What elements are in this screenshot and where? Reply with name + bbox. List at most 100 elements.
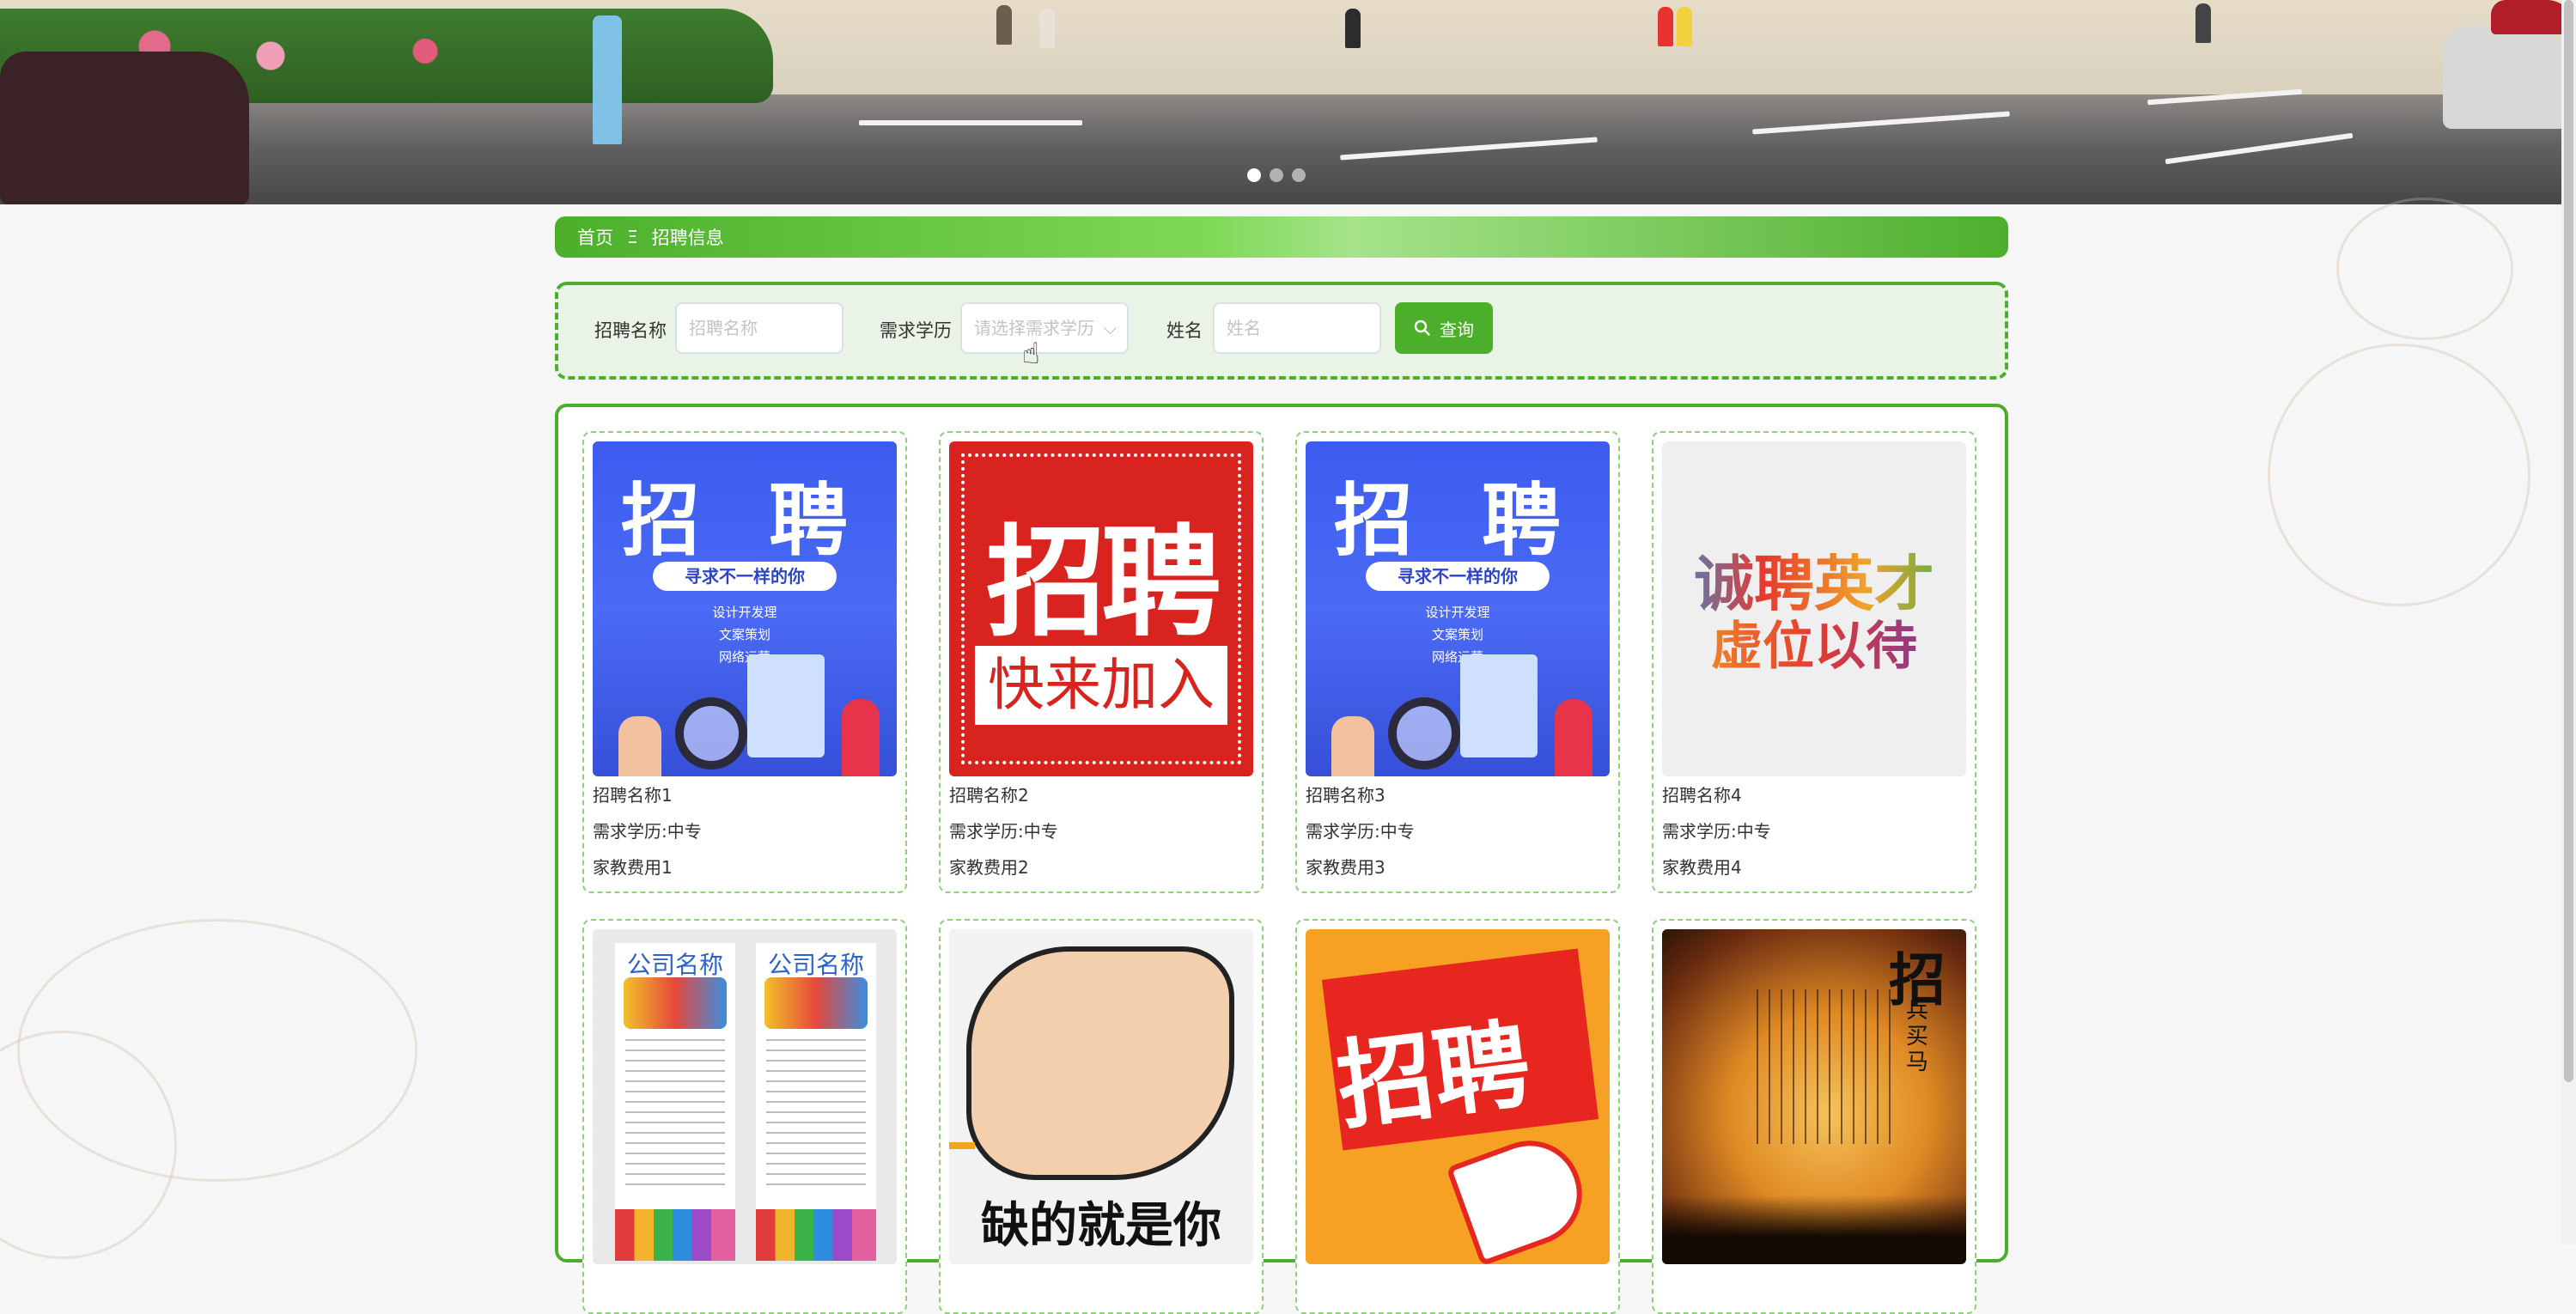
carousel-dot-3[interactable] — [1292, 168, 1306, 182]
recruitment-poster-image[interactable]: 招 聘 寻求不一样的你 设计开发理 文案策划 网络运营 — [1306, 441, 1610, 776]
poster-line: 文案策划 — [718, 627, 770, 642]
pointing-hand-graphic — [966, 946, 1234, 1180]
rollup-headline-graphic — [624, 977, 727, 1029]
rollup-text-block — [625, 1039, 725, 1185]
card-education: 需求学历:中专 — [1306, 821, 1415, 842]
banner-road — [0, 94, 2576, 204]
education-label: 需求学历 — [880, 320, 952, 341]
hero-banner — [0, 0, 2576, 204]
recruitment-poster-image[interactable]: 招 兵买马 — [1662, 929, 1966, 1264]
card-title[interactable]: 招聘名称1 — [593, 782, 673, 806]
banner-person — [1039, 9, 1055, 48]
rollup-city-graphic — [615, 1209, 735, 1261]
poster-headline: 招 聘 — [620, 475, 869, 567]
card-title[interactable]: 招聘名称2 — [949, 782, 1029, 806]
search-button-label: 查询 — [1440, 319, 1474, 340]
search-icon — [1414, 319, 1430, 336]
poster-line: 设计开发理 — [1425, 605, 1490, 620]
poster-document-graphic — [1460, 654, 1538, 757]
poster-headline: 招 聘 — [1333, 475, 1582, 567]
recruit-name-label: 招聘名称 — [594, 320, 667, 341]
accent-bar — [949, 1142, 975, 1149]
recruitment-poster-image[interactable]: 缺的就是你 — [949, 929, 1253, 1264]
breadcrumb-home[interactable]: 首页 — [577, 224, 613, 250]
breadcrumb: 首页 Ξ 招聘信息 — [555, 216, 2008, 258]
search-button[interactable]: 查询 — [1395, 302, 1493, 354]
recruitment-list: 招 聘 寻求不一样的你 设计开发理 文案策划 网络运营 招聘名称1 需求学历:中… — [555, 404, 2008, 1314]
banner-person — [2195, 3, 2211, 43]
poster-line: 文案策划 — [1431, 627, 1483, 642]
poster-lines: 设计开发理 文案策划 网络运营 — [1306, 601, 1610, 668]
poster-line: 设计开发理 — [712, 605, 777, 620]
recruitment-card[interactable]: 招 兵买马 — [1652, 919, 1976, 1314]
poster-subheadline: 虚位以待 — [1662, 605, 1966, 679]
card-title[interactable]: 招聘名称4 — [1662, 782, 1742, 806]
rollup-text-block — [766, 1039, 866, 1185]
card-fee: 家教费用2 — [949, 857, 1029, 878]
banner-person — [1677, 7, 1692, 46]
recruitment-card[interactable]: 缺的就是你 — [939, 919, 1264, 1314]
recruitment-card[interactable]: 招聘 — [1295, 919, 1620, 1314]
poster-figure — [842, 699, 880, 776]
card-education: 需求学历:中专 — [1662, 821, 1771, 842]
carousel-dots — [1247, 168, 1306, 182]
rollup-banner: 公司名称 — [756, 943, 876, 1261]
rollup-banner: 公司名称 — [615, 943, 735, 1261]
poster-figure — [618, 716, 661, 776]
card-fee: 家教费用4 — [1662, 857, 1742, 878]
recruitment-card[interactable]: 招聘 快来加入 招聘名称2 需求学历:中专 家教费用2 — [939, 431, 1264, 893]
recruitment-poster-image[interactable]: 招 聘 寻求不一样的你 设计开发理 文案策划 网络运营 — [593, 441, 897, 776]
poster-figure — [1331, 716, 1374, 776]
rollup-city-graphic — [756, 1209, 876, 1261]
chevron-down-icon: ⌵ — [1103, 318, 1117, 338]
decorative-flower — [2268, 344, 2530, 606]
banner-car — [2443, 26, 2572, 129]
recruit-name-input[interactable]: 招聘名称 — [675, 302, 843, 354]
recruitment-poster-image[interactable]: 诚聘英才 虚位以待 — [1662, 441, 1966, 776]
poster-subheadline: 兵买马 — [1906, 998, 1929, 1075]
page-scrollbar[interactable] — [2561, 0, 2576, 1244]
company-name-text: 公司名称 — [626, 951, 723, 979]
card-fee: 家教费用1 — [593, 857, 673, 878]
magnifier-graphic — [1388, 697, 1460, 770]
poster-slogan: 寻求不一样的你 — [1366, 562, 1550, 591]
recruitment-poster-image[interactable]: 招聘 — [1306, 929, 1610, 1264]
magnifier-graphic — [675, 697, 747, 770]
banner-person — [996, 5, 1012, 45]
breadcrumb-separator: Ξ — [627, 227, 638, 247]
carousel-dot-2[interactable] — [1270, 168, 1283, 182]
banner-lane-mark — [859, 120, 1082, 125]
rollup-headline-graphic — [764, 977, 868, 1029]
recruitment-poster-image[interactable]: 公司名称 公司名称 — [593, 929, 897, 1264]
company-name-text: 公司名称 — [767, 951, 864, 979]
card-fee: 家教费用3 — [1306, 857, 1385, 878]
banner-person — [1345, 9, 1361, 48]
hand-cursor-icon: ☝ — [1022, 337, 1040, 371]
recruitment-card[interactable]: 公司名称 公司名称 — [582, 919, 907, 1314]
card-title[interactable]: 招聘名称3 — [1306, 782, 1385, 806]
education-select[interactable]: 请选择需求学历 ⌵ — [960, 302, 1129, 354]
name-label: 姓名 — [1166, 320, 1203, 341]
banner-car — [0, 52, 249, 204]
carousel-dot-1[interactable] — [1247, 168, 1261, 182]
poster-headline: 缺的就是你 — [981, 1198, 1221, 1254]
poster-document-graphic — [747, 654, 825, 757]
card-education: 需求学历:中专 — [593, 821, 702, 842]
breadcrumb-current: 招聘信息 — [651, 228, 724, 248]
poster-headline: 招聘 — [1331, 1008, 1537, 1144]
scrollbar-thumb[interactable] — [2564, 0, 2573, 1082]
poster-headline: 招聘 — [985, 514, 1221, 654]
decorative-flower — [2336, 198, 2513, 340]
name-input[interactable]: 姓名 — [1213, 302, 1381, 354]
education-select-placeholder: 请选择需求学历 — [974, 318, 1094, 338]
recruitment-card[interactable]: 诚聘英才 虚位以待 招聘名称4 需求学历:中专 家教费用4 — [1652, 431, 1976, 893]
recruitment-card[interactable]: 招 聘 寻求不一样的你 设计开发理 文案策划 网络运营 招聘名称3 需求学历:中… — [1295, 431, 1620, 893]
poster-text-columns — [1757, 989, 1894, 1144]
poster-army-silhouette — [1662, 1195, 1966, 1264]
poster-figure — [1555, 699, 1592, 776]
poster-join-banner: 快来加入 — [975, 646, 1227, 725]
card-education: 需求学历:中专 — [949, 821, 1058, 842]
recruitment-card[interactable]: 招 聘 寻求不一样的你 设计开发理 文案策划 网络运营 招聘名称1 需求学历:中… — [582, 431, 907, 893]
recruitment-poster-image[interactable]: 招聘 快来加入 — [949, 441, 1253, 776]
banner-person — [593, 15, 622, 144]
